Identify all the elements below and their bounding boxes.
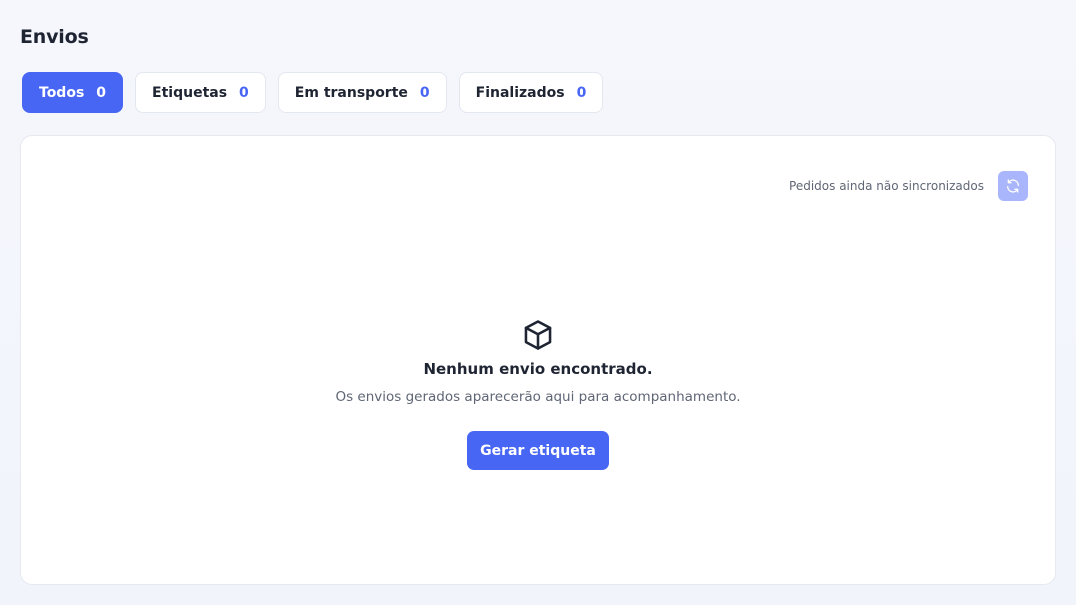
shipments-card: Pedidos ainda não sincronizados Nenhum e…	[20, 135, 1056, 585]
empty-state: Nenhum envio encontrado. Os envios gerad…	[21, 318, 1055, 470]
tab-label: Todos	[39, 84, 85, 101]
package-icon	[524, 320, 552, 350]
shipments-page: Envios Todos 0 Etiquetas 0 Em transporte…	[0, 0, 1076, 605]
empty-state-subtitle: Os envios gerados aparecerão aqui para a…	[335, 389, 741, 405]
tab-count: 0	[239, 84, 249, 101]
sync-status-text: Pedidos ainda não sincronizados	[789, 179, 984, 193]
tab-label: Em transporte	[294, 84, 408, 101]
sync-status: Pedidos ainda não sincronizados	[789, 171, 1028, 201]
tab-finalizados[interactable]: Finalizados 0	[458, 72, 604, 113]
tab-etiquetas[interactable]: Etiquetas 0	[135, 72, 266, 113]
tab-count: 0	[419, 84, 430, 101]
tab-em-transporte[interactable]: Em transporte 0	[277, 72, 447, 113]
empty-state-title: Nenhum envio encontrado.	[423, 360, 653, 378]
tab-label: Finalizados	[475, 84, 565, 101]
generate-label-button[interactable]: Gerar etiqueta	[467, 431, 609, 470]
sync-button[interactable]	[998, 171, 1028, 201]
page-title: Envios	[20, 26, 89, 48]
tab-todos[interactable]: Todos 0	[22, 72, 124, 113]
tab-label: Etiquetas	[152, 84, 228, 101]
tab-count: 0	[576, 84, 587, 101]
refresh-icon	[1007, 179, 1019, 193]
tab-count: 0	[96, 84, 107, 101]
status-tabs: Todos 0 Etiquetas 0 Em transporte 0 Fina…	[22, 72, 604, 113]
